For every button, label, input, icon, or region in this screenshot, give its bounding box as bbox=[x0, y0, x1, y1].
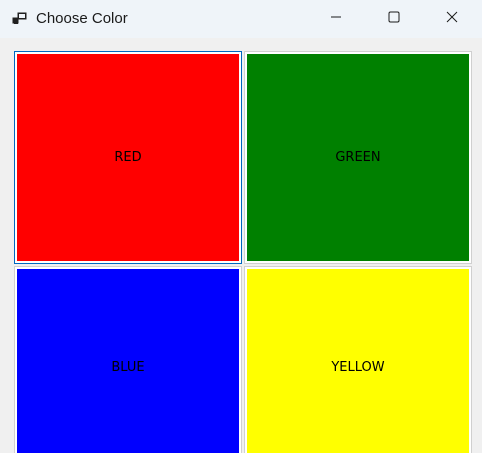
maximize-icon bbox=[388, 10, 400, 28]
maximize-button[interactable] bbox=[371, 0, 417, 38]
red-button[interactable]: RED bbox=[14, 51, 242, 264]
red-button-label: RED bbox=[114, 150, 142, 165]
app-window-icon bbox=[12, 11, 28, 27]
client-area: RED GREEN BLUE YELLOW bbox=[0, 38, 482, 453]
blue-button[interactable]: BLUE bbox=[14, 266, 242, 453]
minimize-icon bbox=[330, 10, 342, 28]
green-button-label: GREEN bbox=[335, 150, 381, 165]
close-icon bbox=[446, 10, 458, 28]
yellow-button-label: YELLOW bbox=[331, 359, 385, 375]
close-button[interactable] bbox=[429, 0, 475, 38]
window-title: Choose Color bbox=[36, 10, 128, 27]
yellow-button[interactable]: YELLOW bbox=[244, 266, 472, 453]
blue-button-label: BLUE bbox=[111, 359, 145, 375]
green-button[interactable]: GREEN bbox=[244, 51, 472, 264]
choose-color-window: Choose Color RED GREEN BLUE YELLOW bbox=[0, 0, 482, 453]
title-bar[interactable]: Choose Color bbox=[0, 0, 482, 38]
minimize-button[interactable] bbox=[313, 0, 359, 38]
